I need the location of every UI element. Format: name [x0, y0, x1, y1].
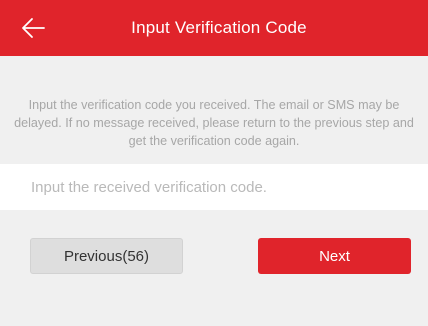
app-bar: Input Verification Code	[0, 0, 428, 56]
page-title: Input Verification Code	[131, 18, 307, 37]
arrow-left-icon	[22, 18, 45, 38]
next-button[interactable]: Next	[258, 238, 411, 274]
instruction-text: Input the verification code you received…	[14, 98, 414, 148]
previous-button[interactable]: Previous(56)	[30, 238, 183, 274]
back-button[interactable]	[18, 14, 48, 42]
verification-code-input[interactable]	[0, 164, 428, 210]
